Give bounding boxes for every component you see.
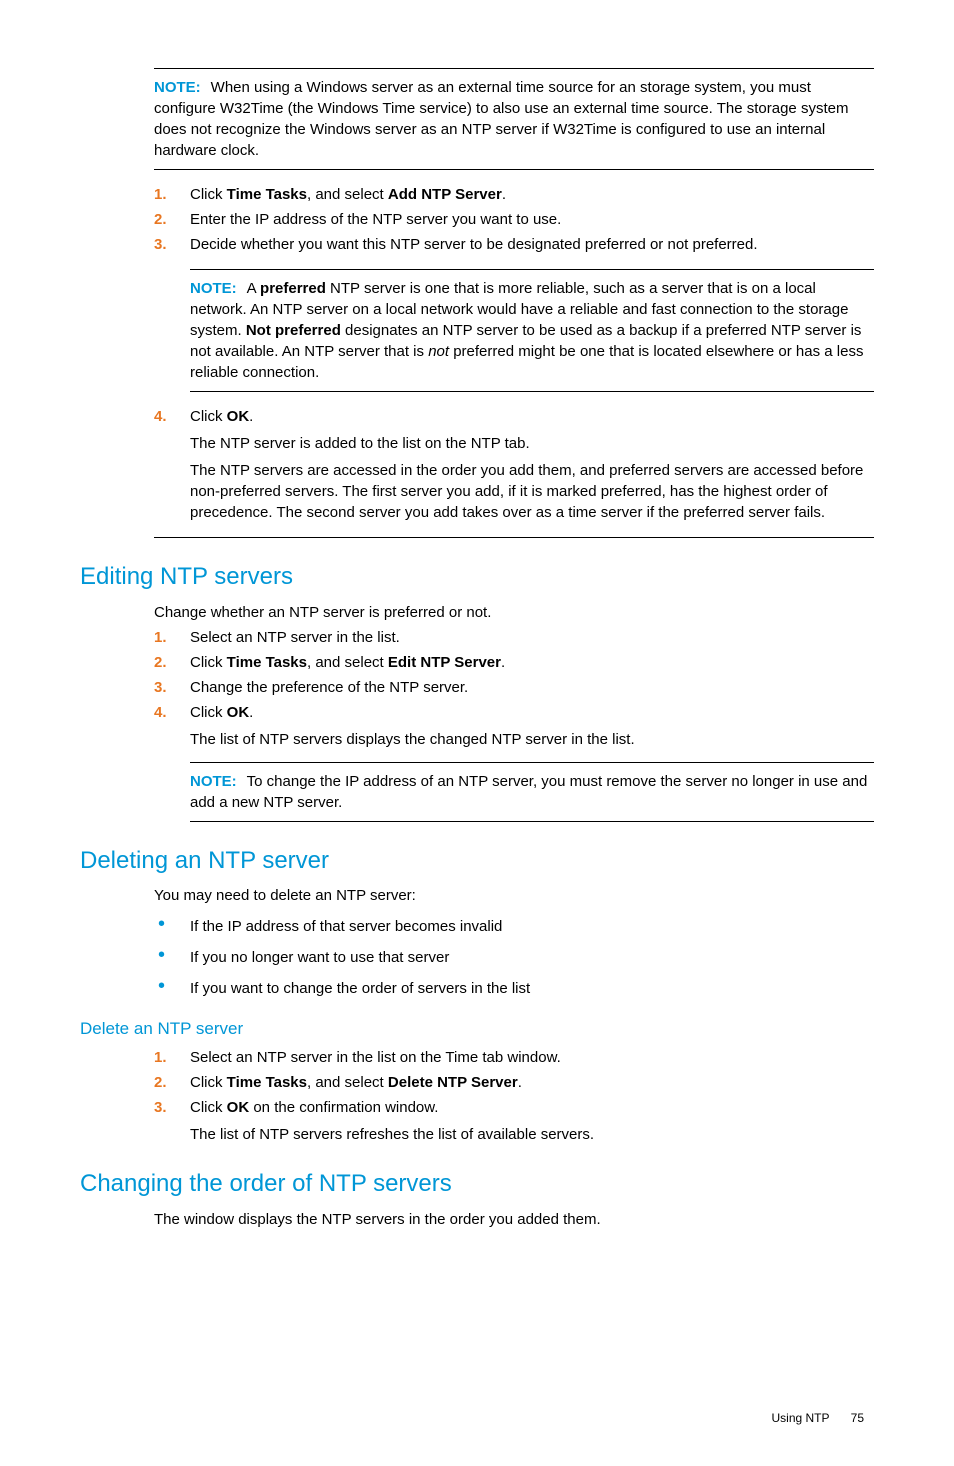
ordered-list: Click Time Tasks, and select Add NTP Ser… (154, 184, 874, 392)
list-item: Click Time Tasks, and select Delete NTP … (154, 1072, 874, 1093)
sub-text: The list of NTP servers displays the cha… (190, 729, 874, 750)
list-item: Click Time Tasks, and select Add NTP Ser… (154, 184, 874, 205)
page-number: 75 (851, 1411, 864, 1425)
list-item: Click OK on the confirmation window. The… (154, 1097, 874, 1145)
sub-text: The NTP servers are accessed in the orde… (190, 460, 874, 523)
ordered-list: Select an NTP server in the list on the … (154, 1047, 874, 1145)
list-item: Select an NTP server in the list. (154, 627, 874, 648)
ordered-list: Select an NTP server in the list. Click … (154, 627, 874, 822)
note-block: NOTE:A preferred NTP server is one that … (190, 269, 874, 392)
list-item: Click OK. The list of NTP servers displa… (154, 702, 874, 822)
note-label: NOTE: (190, 280, 237, 297)
list-item: Change the preference of the NTP server. (154, 677, 874, 698)
list-item: Decide whether you want this NTP server … (154, 234, 874, 392)
note-label: NOTE: (190, 773, 237, 790)
note-block: NOTE:When using a Windows server as an e… (154, 68, 874, 170)
heading-editing-ntp-servers: Editing NTP servers (80, 560, 874, 594)
note-block: NOTE:To change the IP address of an NTP … (190, 762, 874, 822)
note-text: When using a Windows server as an extern… (154, 79, 848, 159)
sub-text: The NTP server is added to the list on t… (190, 433, 874, 454)
sub-text: The list of NTP servers refreshes the li… (190, 1124, 874, 1145)
heading-delete-ntp-server-sub: Delete an NTP server (80, 1017, 874, 1041)
page-footer: Using NTP 75 (80, 1410, 874, 1427)
list-item: If you want to change the order of serve… (154, 978, 874, 999)
list-item: Click OK. The NTP server is added to the… (154, 406, 874, 523)
list-item: Select an NTP server in the list on the … (154, 1047, 874, 1068)
list-item: If the IP address of that server becomes… (154, 916, 874, 937)
note-label: NOTE: (154, 79, 201, 96)
heading-deleting-ntp-server: Deleting an NTP server (80, 844, 874, 878)
section-rule: Click OK. The NTP server is added to the… (154, 406, 874, 538)
body-text: You may need to delete an NTP server: (154, 885, 874, 906)
note-text: To change the IP address of an NTP serve… (190, 773, 867, 811)
body-text: Change whether an NTP server is preferre… (154, 602, 874, 623)
list-item: If you no longer want to use that server (154, 947, 874, 968)
heading-changing-order: Changing the order of NTP servers (80, 1167, 874, 1201)
list-item: Enter the IP address of the NTP server y… (154, 209, 874, 230)
body-text: The window displays the NTP servers in t… (154, 1209, 874, 1230)
ordered-list: Click OK. The NTP server is added to the… (154, 406, 874, 523)
footer-section: Using NTP (772, 1411, 830, 1425)
bullet-list: If the IP address of that server becomes… (154, 916, 874, 999)
list-item: Click Time Tasks, and select Edit NTP Se… (154, 652, 874, 673)
